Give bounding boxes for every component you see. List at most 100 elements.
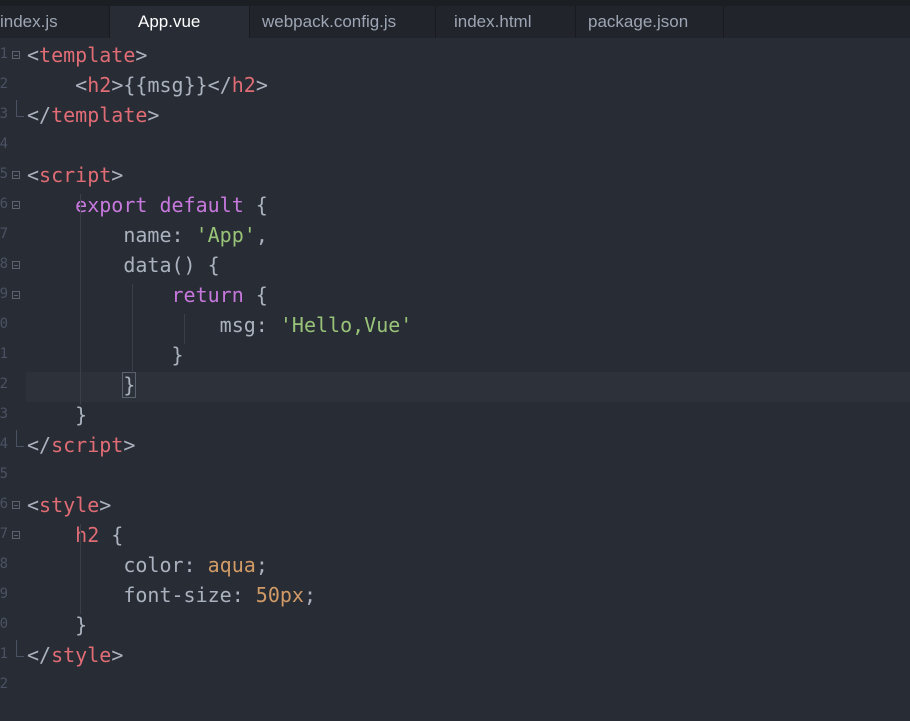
code-token: msg <box>219 313 256 337</box>
code-line[interactable]: 6 <style> <box>0 490 910 520</box>
code-token: name <box>123 223 172 247</box>
code-text: </style> <box>27 644 123 666</box>
code-token: < <box>27 163 40 187</box>
line-number: 2 <box>0 676 8 692</box>
line-number: 5 <box>0 466 8 482</box>
code-line[interactable]: 4 <box>0 130 910 160</box>
tab-index-js[interactable]: index.js <box>0 6 110 38</box>
code-line[interactable]: 3 </template> <box>0 100 910 130</box>
fold-end-marker-icon <box>16 100 24 117</box>
indent-guide <box>184 314 185 344</box>
line-number: 0 <box>0 316 8 332</box>
code-token: </ <box>207 73 232 97</box>
code-text: } <box>27 614 87 636</box>
code-token: : <box>255 313 280 337</box>
tab-label: index.html <box>454 12 532 31</box>
line-number: 6 <box>0 496 8 512</box>
line-number: 8 <box>0 256 8 272</box>
code-line[interactable]: 5 <script> <box>0 160 910 190</box>
fold-toggle-icon[interactable] <box>12 261 20 269</box>
code-token: default <box>159 193 244 217</box>
tab-app-vue[interactable]: App.vue <box>110 6 250 38</box>
tab-label: App.vue <box>138 12 201 31</box>
code-text: } <box>27 344 184 366</box>
code-line[interactable]: 7 h2 { <box>0 520 910 550</box>
code-text: color: aqua; <box>27 554 268 576</box>
code-token: color <box>123 553 184 577</box>
code-token: 50px <box>255 583 304 607</box>
code-line[interactable]: 2 } <box>0 370 910 402</box>
code-token: > <box>99 493 112 517</box>
code-line[interactable]: 2 <h2>{{msg}}</h2> <box>0 70 910 100</box>
fold-toggle-icon[interactable] <box>12 501 20 509</box>
code-text: export default { <box>27 194 268 216</box>
code-token: : <box>183 553 208 577</box>
code-line[interactable]: 9 return { <box>0 280 910 310</box>
code-token: </ <box>27 433 52 457</box>
tab-label: index.js <box>0 12 58 31</box>
code-line[interactable]: 9 font-size: 50px; <box>0 580 910 610</box>
line-number: 4 <box>0 136 8 152</box>
indent-guide <box>132 284 133 374</box>
line-number: 1 <box>0 46 8 62</box>
code-token: h2 <box>231 73 256 97</box>
line-number: 3 <box>0 406 8 422</box>
fold-toggle-icon[interactable] <box>12 201 20 209</box>
current-line-highlight <box>26 372 910 402</box>
line-number: 6 <box>0 196 8 212</box>
code-text: font-size: 50px; <box>27 584 316 606</box>
code-line[interactable]: 1 </style> <box>0 640 910 670</box>
fold-end-marker-icon <box>16 430 24 447</box>
code-editor[interactable]: 1 <template> 2 <h2>{{msg}}</h2> 3 </template… <box>0 38 910 721</box>
code-token: return <box>171 283 244 307</box>
fold-toggle-icon[interactable] <box>12 291 20 299</box>
fold-toggle-icon[interactable] <box>12 531 20 539</box>
code-line[interactable]: 1 } <box>0 340 910 370</box>
code-token: template <box>51 103 148 127</box>
code-token: > <box>111 643 124 667</box>
code-text: return { <box>27 284 268 306</box>
tab-webpack-config-js[interactable]: webpack.config.js <box>250 6 436 38</box>
code-text: <h2>{{msg}}</h2> <box>27 74 268 96</box>
line-number: 8 <box>0 556 8 572</box>
code-token: 'App' <box>195 223 256 247</box>
code-token: </ <box>27 103 52 127</box>
code-line[interactable]: 6 export default { <box>0 190 910 220</box>
code-token: : <box>171 223 196 247</box>
line-number: 2 <box>0 76 8 92</box>
tab-package-json[interactable]: package.json <box>576 6 724 38</box>
code-line[interactable]: 5 <box>0 460 910 490</box>
code-token: : <box>231 583 256 607</box>
line-number: 1 <box>0 346 8 362</box>
line-number: 1 <box>0 646 8 662</box>
code-token: < <box>27 43 40 67</box>
code-line[interactable]: 4 </script> <box>0 430 910 460</box>
code-line[interactable]: 3 } <box>0 400 910 430</box>
code-token: > <box>255 73 268 97</box>
code-token: > <box>135 43 148 67</box>
code-line[interactable]: 8 data() { <box>0 250 910 280</box>
code-token: > <box>123 433 136 457</box>
line-number: 4 <box>0 436 8 452</box>
tab-label: package.json <box>588 12 689 31</box>
code-token: < <box>27 493 40 517</box>
code-line[interactable]: 7 name: 'App', <box>0 220 910 250</box>
code-token: } <box>75 403 88 427</box>
code-token: { <box>99 523 124 547</box>
code-line[interactable]: 8 color: aqua; <box>0 550 910 580</box>
code-token: > <box>111 73 124 97</box>
code-line[interactable]: 1 <template> <box>0 40 910 70</box>
fold-toggle-icon[interactable] <box>12 51 20 59</box>
tab-index-html[interactable]: index.html <box>436 6 576 38</box>
code-line[interactable]: 2 <box>0 670 910 700</box>
fold-toggle-icon[interactable] <box>12 171 20 179</box>
code-line[interactable]: 0 msg: 'Hello,Vue' <box>0 310 910 340</box>
code-token: > <box>111 163 124 187</box>
code-line[interactable]: 0 } <box>0 610 910 640</box>
